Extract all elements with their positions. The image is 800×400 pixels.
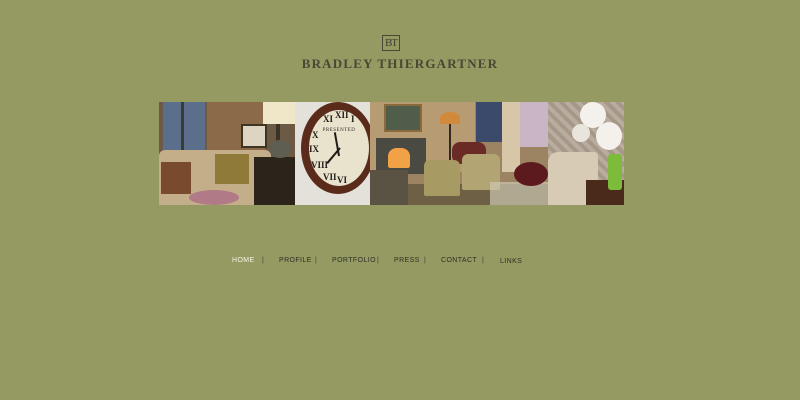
nav-separator: |	[315, 257, 318, 264]
page: BT BRADLEY THIERGARTNER PRESENTED XI XII…	[0, 0, 800, 400]
clock-numeral: VII	[323, 172, 337, 182]
orchid-photo	[548, 102, 624, 205]
living-room-photo	[159, 102, 295, 205]
nav-profile-link[interactable]: PROFILE	[279, 257, 312, 264]
nav-separator: |	[262, 257, 265, 264]
clock-numeral: VIII	[311, 160, 329, 170]
clock-photo: PRESENTED XI XII I X IX VIII VII VI	[295, 102, 370, 205]
nav-portfolio-link[interactable]: PORTFOLIO	[332, 257, 376, 264]
clock-numeral: IX	[309, 144, 320, 154]
nav-press-link[interactable]: PRESS	[394, 257, 420, 264]
clock-numeral: XI	[323, 114, 334, 124]
clock-numeral: I	[351, 114, 355, 124]
nav-home-link[interactable]: HOME	[232, 257, 255, 264]
monogram-logo: BT	[382, 35, 400, 51]
nav-separator: |	[377, 257, 380, 264]
fireplace-room-photo	[370, 102, 548, 205]
main-nav: HOME | PROFILE | PORTFOLIO | PRESS | CON…	[0, 257, 800, 269]
photo-strip: PRESENTED XI XII I X IX VIII VII VI	[159, 102, 624, 205]
clock-numeral: X	[312, 130, 319, 140]
clock-numeral: VI	[337, 175, 348, 185]
brand-name[interactable]: BRADLEY THIERGARTNER	[0, 56, 800, 72]
nav-separator: |	[482, 257, 485, 264]
clock-numeral: XII	[335, 110, 349, 120]
nav-separator: |	[424, 257, 427, 264]
nav-links-link[interactable]: LINKS	[500, 258, 522, 265]
nav-contact-link[interactable]: CONTACT	[441, 257, 477, 264]
